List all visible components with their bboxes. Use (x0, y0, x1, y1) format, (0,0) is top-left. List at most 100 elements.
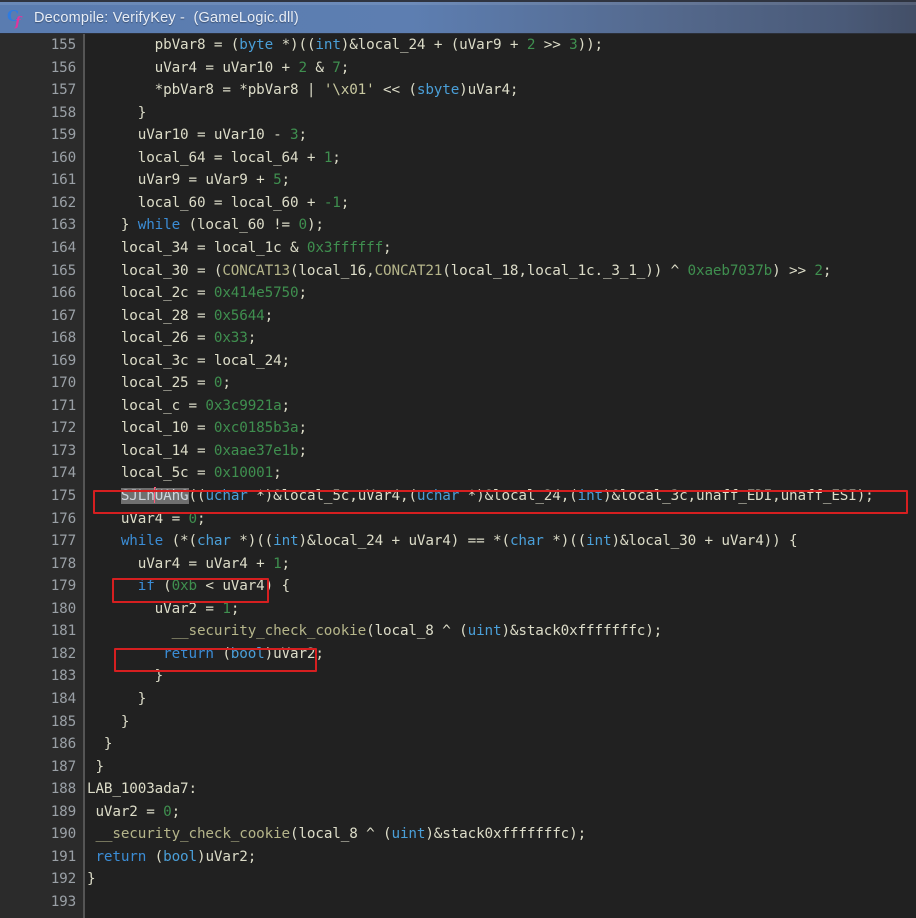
code-line-text[interactable]: local_26 = 0x33; (87, 327, 916, 350)
code-line-text[interactable]: local_c = 0x3c9921a; (87, 395, 916, 418)
code-line-text[interactable]: if (0xb < uVar4) { (87, 575, 916, 598)
code-line[interactable]: 171 local_c = 0x3c9921a; (0, 395, 916, 418)
code-line-text[interactable]: uVar2 = 1; (87, 598, 916, 621)
code-line-text[interactable]: __security_check_cookie(local_8 ^ (uint)… (87, 620, 916, 643)
code-line[interactable]: 170 local_25 = 0; (0, 372, 916, 395)
code-line-text[interactable]: SJLnUAhG((uchar *)&local_5c,uVar4,(uchar… (87, 485, 916, 508)
code-line-text[interactable]: uVar10 = uVar10 - 3; (87, 124, 916, 147)
code-line-text[interactable]: __security_check_cookie(local_8 ^ (uint)… (87, 823, 916, 846)
code-line[interactable]: 176 uVar4 = 0; (0, 508, 916, 531)
code-line[interactable]: 184 } (0, 688, 916, 711)
code-token-pun: (( (188, 488, 206, 504)
code-line[interactable]: 159 uVar10 = uVar10 - 3; (0, 124, 916, 147)
code-token-id: *)&local_5c,uVar4,( (247, 488, 417, 504)
code-line[interactable]: 189 uVar2 = 0; (0, 801, 916, 824)
code-line-text[interactable]: uVar4 = 0; (87, 508, 916, 531)
code-line-text[interactable]: } while (local_60 != 0); (87, 214, 916, 237)
code-line-text[interactable]: local_34 = local_1c & 0x3ffffff; (87, 237, 916, 260)
code-line-text[interactable]: while (*(char *)((int)&local_24 + uVar4)… (87, 530, 916, 553)
code-token-id: ; (298, 442, 307, 459)
code-line[interactable]: 161 uVar9 = uVar9 + 5; (0, 169, 916, 192)
line-number: 180 (50, 600, 76, 617)
code-line[interactable]: 162 local_60 = local_60 + -1; (0, 192, 916, 215)
code-line[interactable]: 188 LAB_1003ada7: (0, 778, 916, 801)
code-line-text[interactable]: local_10 = 0xc0185b3a; (87, 417, 916, 440)
code-line[interactable]: 166 local_2c = 0x414e5750; (0, 282, 916, 305)
code-line[interactable]: 179 if (0xb < uVar4) { (0, 575, 916, 598)
code-line[interactable]: 167 local_28 = 0x5644; (0, 305, 916, 328)
line-number: 186 (50, 736, 76, 753)
code-token-typ: bool (163, 848, 197, 865)
code-line[interactable]: 156 uVar4 = uVar10 + 2 & 7; (0, 57, 916, 80)
code-line-text[interactable]: local_30 = (CONCAT13(local_16,CONCAT21(l… (87, 260, 916, 283)
code-line[interactable]: 157 *pbVar8 = *pbVar8 | '\x01' << (sbyte… (0, 79, 916, 102)
code-line-text[interactable]: } (87, 756, 916, 779)
code-line[interactable]: 155 pbVar8 = (byte *)((int)&local_24 + (… (0, 34, 916, 57)
window-titlebar[interactable]: C f Decompile: VerifyKey - (GameLogic.dl… (0, 0, 916, 34)
code-line[interactable]: 180 uVar2 = 1; (0, 598, 916, 621)
code-line[interactable]: 177 while (*(char *)((int)&local_24 + uV… (0, 530, 916, 553)
selected-function-name-part1[interactable]: SJLn (120, 488, 155, 504)
code-token-id: local_2c = (120, 285, 214, 302)
selected-function-name-part2[interactable]: UAhG (154, 488, 189, 504)
code-line[interactable]: 191 return (bool)uVar2; (0, 846, 916, 869)
code-line-text[interactable]: pbVar8 = (byte *)((int)&local_24 + (uVar… (87, 34, 916, 57)
code-line[interactable]: 187 } (0, 756, 916, 779)
code-line-text[interactable]: local_28 = 0x5644; (87, 305, 916, 328)
code-line[interactable]: 182 return (bool)uVar2; (0, 643, 916, 666)
code-line-text[interactable]: return (bool)uVar2; (87, 643, 916, 666)
code-line-text[interactable]: LAB_1003ada7: (87, 778, 916, 801)
code-line-text[interactable]: uVar4 = uVar4 + 1; (87, 553, 916, 576)
code-line[interactable]: 158 } (0, 102, 916, 125)
code-token-pun: } (137, 104, 147, 121)
code-line[interactable]: 165 local_30 = (CONCAT13(local_16,CONCAT… (0, 260, 916, 283)
code-line[interactable]: 173 local_14 = 0xaae37e1b; (0, 440, 916, 463)
code-line-text[interactable]: local_25 = 0; (87, 372, 916, 395)
code-line[interactable]: 190 __security_check_cookie(local_8 ^ (u… (0, 823, 916, 846)
code-line[interactable]: 181 __security_check_cookie(local_8 ^ (u… (0, 620, 916, 643)
code-line[interactable]: 186 } (0, 733, 916, 756)
code-token-pun: } (154, 668, 164, 685)
code-line-text[interactable]: } (87, 688, 916, 711)
code-token-num: 3 (569, 37, 578, 53)
code-line[interactable]: 163 } while (local_60 != 0); (0, 214, 916, 237)
code-line[interactable]: 193 (0, 891, 916, 914)
code-token-id: uVar2 = (154, 600, 223, 617)
code-line-text[interactable]: local_64 = local_64 + 1; (87, 147, 916, 170)
code-line-text[interactable]: uVar2 = 0; (87, 801, 916, 824)
code-line-text[interactable]: } (87, 102, 916, 125)
code-line-text[interactable]: } (87, 711, 916, 734)
code-line-text[interactable]: local_14 = 0xaae37e1b; (87, 440, 916, 463)
code-token-id: (local_8 ^ ( (366, 623, 468, 640)
code-line[interactable]: 174 local_5c = 0x10001; (0, 462, 916, 485)
code-line-text[interactable]: uVar4 = uVar10 + 2 & 7; (87, 57, 916, 80)
code-line-text[interactable]: } (87, 665, 916, 688)
code-token-id: ; (298, 127, 307, 144)
code-line-text[interactable]: uVar9 = uVar9 + 5; (87, 169, 916, 192)
code-line[interactable]: 172 local_10 = 0xc0185b3a; (0, 417, 916, 440)
code-token-num: 0x3c9921a (205, 397, 282, 414)
code-line[interactable]: 185 } (0, 711, 916, 734)
code-line-text[interactable]: } (87, 733, 916, 756)
decompiler-code-view[interactable]: 155 pbVar8 = (byte *)((int)&local_24 + (… (0, 34, 916, 918)
code-line-text[interactable]: return (bool)uVar2; (87, 846, 916, 869)
code-line-text[interactable]: } (87, 868, 916, 891)
code-token-id: ( (213, 645, 231, 662)
code-line-text[interactable]: *pbVar8 = *pbVar8 | '\x01' << (sbyte)uVa… (87, 79, 916, 102)
code-line[interactable]: 168 local_26 = 0x33; (0, 327, 916, 350)
code-token-id: )&stack0xfffffffc); (425, 826, 587, 843)
code-line-text[interactable]: local_5c = 0x10001; (87, 462, 916, 485)
code-line[interactable]: 169 local_3c = local_24; (0, 350, 916, 373)
code-token-num: 0 (188, 510, 198, 527)
line-number: 165 (50, 262, 76, 279)
code-line-text[interactable]: local_2c = 0x414e5750; (87, 282, 916, 305)
code-line[interactable]: 183 } (0, 665, 916, 688)
code-line-text[interactable]: local_3c = local_24; (87, 350, 916, 373)
code-line-text[interactable]: local_60 = local_60 + -1; (87, 192, 916, 215)
code-line[interactable]: 160 local_64 = local_64 + 1; (0, 147, 916, 170)
code-line[interactable]: 178 uVar4 = uVar4 + 1; (0, 553, 916, 576)
code-line[interactable]: 164 local_34 = local_1c & 0x3ffffff; (0, 237, 916, 260)
code-line[interactable]: 192} (0, 868, 916, 891)
code-line[interactable]: 175 SJLnUAhG((uchar *)&local_5c,uVar4,(u… (0, 485, 916, 508)
